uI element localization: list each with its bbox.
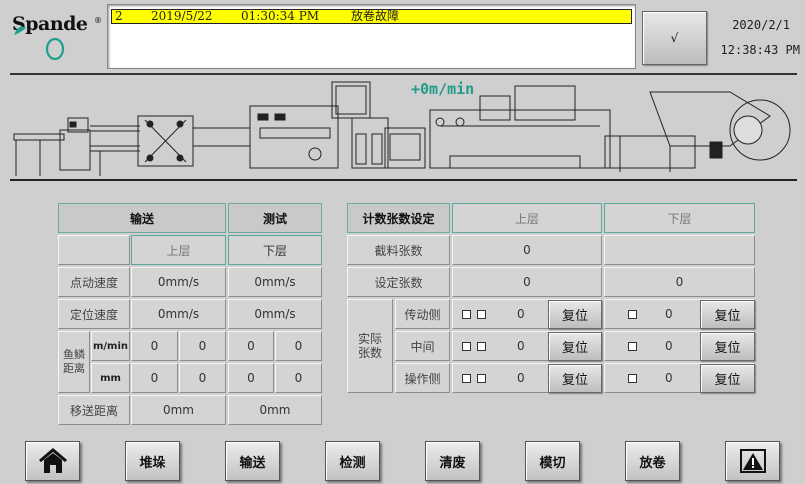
fish-mm-v1[interactable]: 0 <box>131 363 178 393</box>
side-middle-label: 中间 <box>395 331 450 361</box>
fish-mm-v3[interactable]: 0 <box>228 363 274 393</box>
header-divider <box>10 73 797 75</box>
jog-speed-upper[interactable]: 0mm/s <box>131 267 226 297</box>
fish-mm-v4[interactable]: 0 <box>275 363 322 393</box>
side-drive-label: 传动侧 <box>395 299 450 329</box>
actual-count-label: 实际张数 <box>347 299 393 393</box>
acknowledge-button[interactable]: √ <box>642 11 707 65</box>
operator-upper-checkbox-a[interactable] <box>462 373 471 383</box>
drive-side-lower-reset-button[interactable]: 复位 <box>700 300 755 329</box>
home-button[interactable] <box>25 441 80 481</box>
jog-speed-lower[interactable]: 0mm/s <box>228 267 322 297</box>
middle-upper-checkbox-b[interactable] <box>477 341 486 351</box>
fish-scale-label: 鱼鳞距离 <box>58 331 90 393</box>
set-count-lower[interactable]: 0 <box>604 267 755 297</box>
middle-upper-value: 0 <box>517 339 525 353</box>
nav-inspect-button[interactable]: 检测 <box>325 441 380 481</box>
actual-count-text: 实际张数 <box>357 332 382 360</box>
move-distance-upper[interactable]: 0mm <box>131 395 226 425</box>
fish-unit-mm: mm <box>91 363 130 393</box>
jog-speed-label: 点动速度 <box>58 267 130 297</box>
left-corner-cell <box>58 235 130 265</box>
left-col-lower: 下层 <box>228 235 322 265</box>
side-operator-label: 操作侧 <box>395 363 450 393</box>
drive-upper-checkbox-a[interactable] <box>462 309 471 319</box>
middle-upper-reset-button[interactable]: 复位 <box>548 332 602 361</box>
count-setting-title: 计数张数设定 <box>347 203 450 233</box>
drive-lower-checkbox[interactable] <box>628 309 637 319</box>
right-col-lower: 下层 <box>604 203 755 233</box>
fish-unit-mmin: m/min <box>91 331 130 361</box>
position-speed-upper[interactable]: 0mm/s <box>131 299 226 329</box>
fish-scale-text: 鱼鳞距离 <box>63 348 85 375</box>
clock: 2020/2/1 12:38:43 PM <box>712 14 802 60</box>
brand-swoosh-icon <box>14 26 65 61</box>
tab-test[interactable]: 测试 <box>228 203 322 233</box>
cut-count-upper[interactable]: 0 <box>452 235 602 265</box>
alarm-panel[interactable]: 2 2019/5/22 01:30:34 PM 放卷故障 <box>107 4 636 69</box>
fish-mm-v2[interactable]: 0 <box>179 363 226 393</box>
nav-waste-button[interactable]: 清废 <box>425 441 480 481</box>
drive-side-lower-value: 0 <box>665 307 673 321</box>
drive-side-upper-value: 0 <box>517 307 525 321</box>
right-col-upper: 上层 <box>452 203 602 233</box>
operator-lower-checkbox[interactable] <box>628 373 637 383</box>
tab-convey[interactable]: 输送 <box>58 203 226 233</box>
alarm-index: 2 <box>115 9 123 23</box>
alarm-date: 2019/5/22 <box>151 9 213 23</box>
fish-mmin-v1[interactable]: 0 <box>131 331 178 361</box>
middle-lower-reset-button[interactable]: 复位 <box>700 332 755 361</box>
middle-upper-checkbox-a[interactable] <box>462 341 471 351</box>
nav-stacker-button[interactable]: 堆垛 <box>125 441 180 481</box>
machine-diagram <box>10 81 797 181</box>
move-distance-lower[interactable]: 0mm <box>228 395 322 425</box>
operator-lower-reset-button[interactable]: 复位 <box>700 364 755 393</box>
position-speed-lower[interactable]: 0mm/s <box>228 299 322 329</box>
operator-lower-value: 0 <box>665 371 673 385</box>
alarm-message: 放卷故障 <box>351 9 400 23</box>
alarm-time: 01:30:34 PM <box>241 9 320 23</box>
nav-diecut-button[interactable]: 模切 <box>525 441 580 481</box>
operator-upper-value: 0 <box>517 371 525 385</box>
operator-upper-reset-button[interactable]: 复位 <box>548 364 602 393</box>
clock-date: 2020/2/1 <box>732 18 790 32</box>
nav-unwind-button[interactable]: 放卷 <box>625 441 680 481</box>
warning-icon <box>739 449 766 473</box>
operator-upper-checkbox-b[interactable] <box>477 373 486 383</box>
nav-convey-button[interactable]: 输送 <box>225 441 280 481</box>
alarm-button[interactable] <box>725 441 780 481</box>
clock-time: 12:38:43 PM <box>720 43 800 57</box>
middle-lower-value: 0 <box>665 339 673 353</box>
fish-mmin-v4[interactable]: 0 <box>275 331 322 361</box>
set-count-label: 设定张数 <box>347 267 450 297</box>
cut-count-label: 截料张数 <box>347 235 450 265</box>
middle-lower-checkbox[interactable] <box>628 341 637 351</box>
fish-mmin-v3[interactable]: 0 <box>228 331 274 361</box>
move-distance-label: 移送距离 <box>58 395 130 425</box>
cut-count-lower[interactable] <box>604 235 755 265</box>
position-speed-label: 定位速度 <box>58 299 130 329</box>
drive-side-upper-reset-button[interactable]: 复位 <box>548 300 602 329</box>
brand-logo: Spande ® <box>10 10 105 62</box>
left-col-upper: 上层 <box>131 235 226 265</box>
alarm-row[interactable]: 2 2019/5/22 01:30:34 PM 放卷故障 <box>111 9 632 24</box>
drive-upper-checkbox-b[interactable] <box>477 309 486 319</box>
home-icon <box>38 448 67 473</box>
set-count-upper[interactable]: 0 <box>452 267 602 297</box>
fish-mmin-v2[interactable]: 0 <box>179 331 226 361</box>
